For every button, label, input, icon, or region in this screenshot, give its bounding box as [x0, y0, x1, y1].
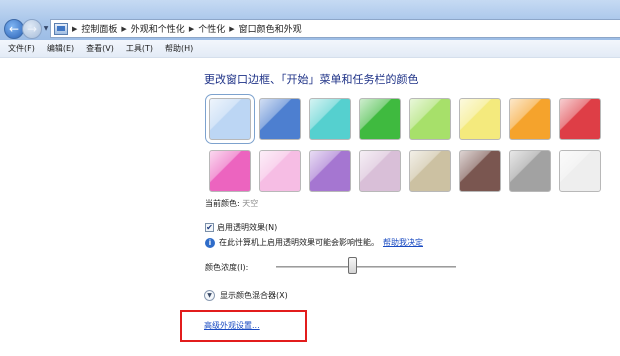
- forward-arrow-icon: →: [26, 22, 38, 36]
- swatch-gloss: [410, 99, 450, 139]
- address-bar[interactable]: ▶ 控制面板 ▶ 外观和个性化 ▶ 个性化 ▶ 窗口颜色和外观: [50, 19, 620, 38]
- color-swatch-sky[interactable]: [205, 94, 255, 144]
- color-intensity-slider-thumb[interactable]: [347, 257, 357, 274]
- swatch-gloss: [510, 99, 550, 139]
- color-intensity-slider-track[interactable]: [276, 266, 456, 268]
- performance-info-row: i 在此计算机上启用透明效果可能会影响性能。 帮助我决定: [205, 237, 423, 248]
- color-swatch-pumpkin[interactable]: [509, 98, 551, 140]
- swatch-gloss: [410, 151, 450, 191]
- back-arrow-icon: ←: [8, 22, 20, 36]
- swatch-gloss: [260, 151, 300, 191]
- menu-help[interactable]: 帮助(H): [159, 43, 199, 54]
- breadcrumb-separator-icon[interactable]: ▶: [229, 25, 234, 33]
- color-mixer-toggle[interactable]: ▼ 显示颜色混合器(X): [204, 290, 288, 301]
- color-swatch-lime[interactable]: [409, 98, 451, 140]
- current-color-row: 当前颜色: 天空: [205, 198, 258, 209]
- color-swatch-grid: [205, 94, 605, 192]
- menu-tools[interactable]: 工具(T): [120, 43, 159, 54]
- swatch-gloss: [310, 99, 350, 139]
- transparency-option[interactable]: ✔ 启用透明效果(N): [205, 222, 277, 233]
- menu-view[interactable]: 查看(V): [80, 43, 120, 54]
- history-dropdown-icon[interactable]: ▼: [42, 25, 50, 33]
- color-swatch-blush[interactable]: [259, 150, 301, 192]
- window-color-and-appearance-page: ← → ▼ ▶ 控制面板 ▶ 外观和个性化 ▶ 个性化 ▶ 窗口颜色和外观 文件…: [0, 0, 620, 356]
- transparency-label[interactable]: 启用透明效果(N): [217, 222, 277, 233]
- color-swatch-chocolate[interactable]: [459, 150, 501, 192]
- breadcrumb-control-panel[interactable]: 控制面板: [81, 22, 117, 35]
- advanced-appearance-settings-link[interactable]: 高级外观设置...: [204, 320, 260, 331]
- color-mixer-label[interactable]: 显示颜色混合器(X): [220, 290, 288, 301]
- menu-bar: 文件(F) 编辑(E) 查看(V) 工具(T) 帮助(H): [0, 40, 620, 58]
- swatch-gloss: [460, 151, 500, 191]
- color-swatch-lemon[interactable]: [459, 98, 501, 140]
- help-me-decide-link[interactable]: 帮助我决定: [383, 237, 423, 248]
- swatch-gloss: [210, 99, 250, 139]
- back-button[interactable]: ←: [4, 19, 24, 39]
- info-icon: i: [205, 237, 215, 248]
- color-intensity-label: 颜色浓度(I):: [205, 263, 249, 272]
- swatch-gloss: [360, 99, 400, 139]
- color-swatch-leaf[interactable]: [359, 98, 401, 140]
- current-color-label: 当前颜色:: [205, 199, 240, 208]
- menu-edit[interactable]: 编辑(E): [41, 43, 80, 54]
- address-toolbar: ← → ▼ ▶ 控制面板 ▶ 外观和个性化 ▶ 个性化 ▶ 窗口颜色和外观: [0, 0, 620, 40]
- breadcrumb-separator-icon[interactable]: ▶: [121, 25, 126, 33]
- transparency-checkbox[interactable]: ✔: [205, 223, 214, 232]
- color-swatch-ruby[interactable]: [559, 98, 601, 140]
- breadcrumb-separator-icon[interactable]: ▶: [72, 25, 77, 33]
- breadcrumb-appearance[interactable]: 外观和个性化: [131, 22, 185, 35]
- swatch-gloss: [510, 151, 550, 191]
- swatch-gloss: [310, 151, 350, 191]
- swatch-gloss: [360, 151, 400, 191]
- swatch-gloss: [560, 151, 600, 191]
- performance-info-text: 在此计算机上启用透明效果可能会影响性能。: [219, 238, 379, 247]
- color-swatch-violet[interactable]: [309, 150, 351, 192]
- swatch-gloss: [210, 151, 250, 191]
- page-title: 更改窗口边框、「开始」菜单和任务栏的颜色: [204, 73, 419, 86]
- color-swatch-taupe[interactable]: [409, 150, 451, 192]
- swatch-gloss: [560, 99, 600, 139]
- color-swatch-lavender[interactable]: [359, 150, 401, 192]
- color-swatch-slate[interactable]: [509, 150, 551, 192]
- color-swatch-sea[interactable]: [309, 98, 351, 140]
- current-color-value: 天空: [242, 199, 259, 208]
- breadcrumb-personalization[interactable]: 个性化: [198, 22, 225, 35]
- menu-file[interactable]: 文件(F): [2, 43, 41, 54]
- color-swatch-fuchsia[interactable]: [209, 150, 251, 192]
- breadcrumb-window-color[interactable]: 窗口颜色和外观: [239, 22, 302, 35]
- breadcrumb-separator-icon[interactable]: ▶: [189, 25, 194, 33]
- chevron-down-icon[interactable]: ▼: [204, 290, 215, 301]
- swatch-gloss: [260, 99, 300, 139]
- color-swatch-frost[interactable]: [559, 150, 601, 192]
- color-swatch-twilight[interactable]: [259, 98, 301, 140]
- control-panel-icon: [54, 22, 68, 35]
- swatch-gloss: [460, 99, 500, 139]
- forward-button[interactable]: →: [22, 19, 42, 39]
